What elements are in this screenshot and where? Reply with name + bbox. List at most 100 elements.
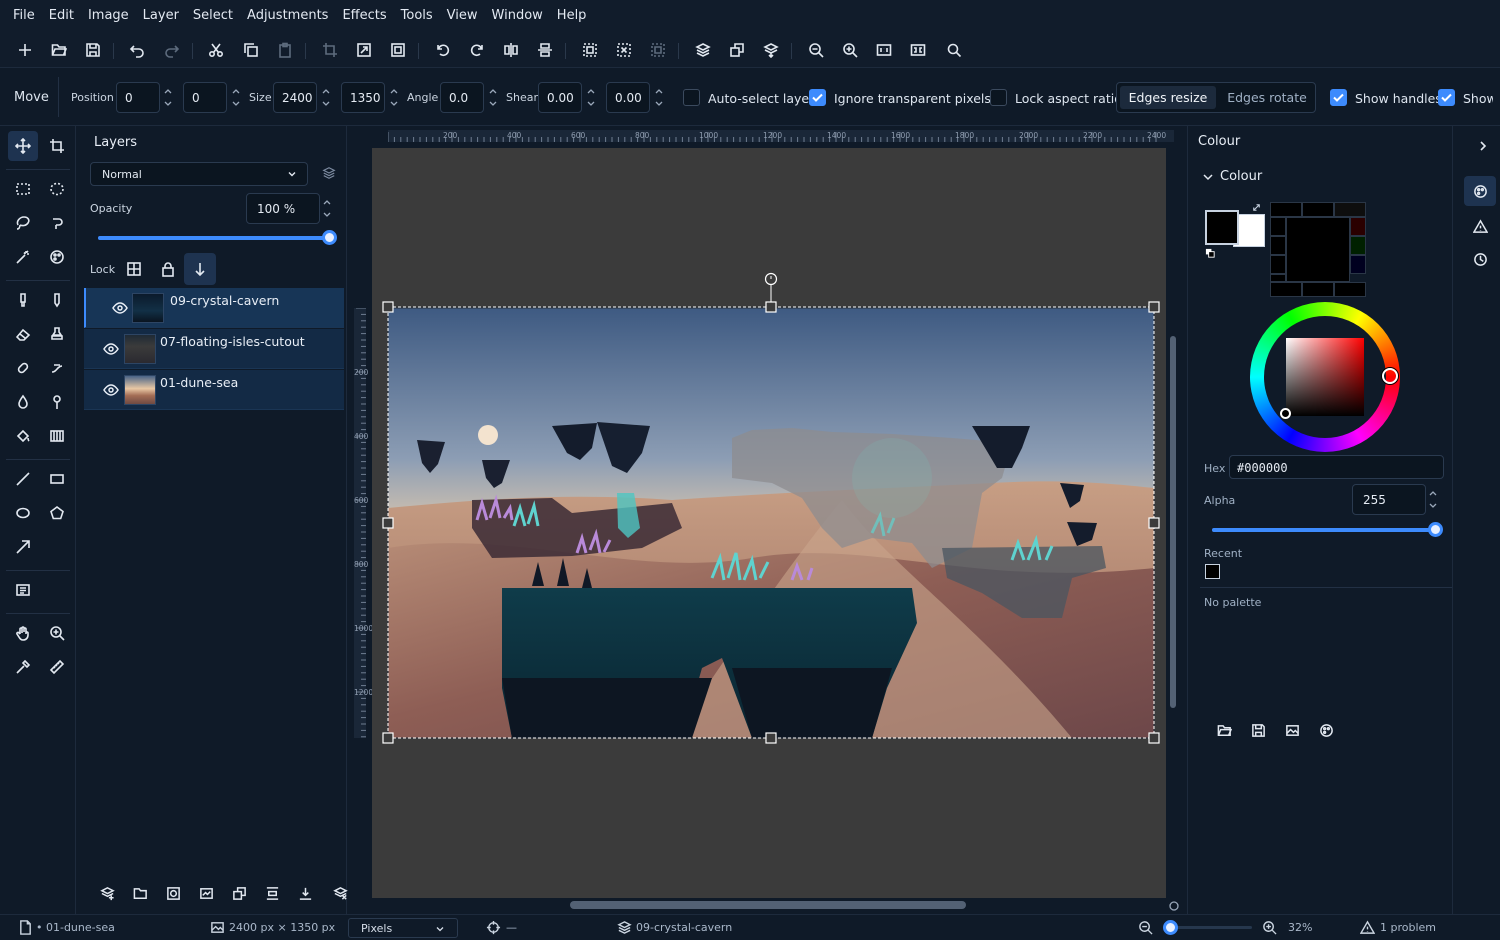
edges-resize-button[interactable]: Edges resize [1120, 86, 1216, 109]
colour-panel-tab-icon[interactable] [1464, 176, 1496, 206]
primary-colour-swatch[interactable] [1205, 210, 1239, 245]
height-field[interactable]: 1350 [341, 82, 385, 113]
menu-file[interactable]: File [6, 0, 42, 32]
layers-icon[interactable] [693, 40, 713, 60]
colour-picker-handle[interactable] [1280, 408, 1291, 419]
text-tool-icon[interactable] [8, 575, 38, 605]
cut-icon[interactable] [206, 40, 226, 60]
colour-select-icon[interactable] [42, 242, 72, 272]
lock-position-icon[interactable] [184, 253, 216, 285]
lock-icon[interactable] [152, 253, 184, 285]
smudge-icon[interactable] [42, 353, 72, 383]
recent-colour-swatch[interactable] [1205, 564, 1220, 579]
open-palette-icon[interactable] [1214, 720, 1234, 740]
flip-horizontal-icon[interactable] [501, 40, 521, 60]
move-tool-icon[interactable] [8, 131, 38, 161]
alpha-slider[interactable] [1212, 528, 1436, 532]
merge-down-icon[interactable] [761, 40, 781, 60]
undo-icon[interactable] [127, 40, 147, 60]
show-handles-checkbox[interactable] [1330, 89, 1347, 106]
duplicate-layer-icon[interactable] [229, 883, 249, 903]
rectangle-tool-icon[interactable] [42, 464, 72, 494]
ellipse-tool-icon[interactable] [8, 498, 38, 528]
actual-size-icon[interactable] [874, 40, 894, 60]
height-stepper[interactable] [389, 82, 401, 113]
line-tool-icon[interactable] [8, 464, 38, 494]
layer-row[interactable]: 01-dune-sea [84, 370, 344, 410]
fit-window-icon[interactable] [908, 40, 928, 60]
lock-aspect-checkbox[interactable] [990, 89, 1007, 106]
save-palette-icon[interactable] [1248, 720, 1268, 740]
clone-stamp-icon[interactable] [42, 319, 72, 349]
menu-layer[interactable]: Layer [136, 0, 186, 32]
layer-row[interactable]: 07-floating-isles-cutout [84, 329, 344, 369]
width-stepper[interactable] [321, 82, 333, 113]
menu-effects[interactable]: Effects [335, 0, 393, 32]
angle-stepper[interactable] [488, 82, 500, 113]
menu-view[interactable]: View [440, 0, 485, 32]
position-y-stepper[interactable] [231, 82, 243, 113]
rotate-cw-icon[interactable] [467, 40, 487, 60]
ellipse-select-icon[interactable] [42, 174, 72, 204]
new-layer-icon[interactable] [97, 883, 117, 903]
zoom-out-icon[interactable] [806, 40, 826, 60]
eyedropper-icon[interactable] [8, 652, 38, 682]
angle-field[interactable]: 0.0 [440, 82, 484, 113]
units-select[interactable]: Pixels [348, 918, 458, 938]
merge-layers-icon[interactable] [295, 883, 315, 903]
save-icon[interactable] [83, 40, 103, 60]
pencil-icon[interactable] [42, 285, 72, 315]
zoom-slider-knob[interactable] [1162, 920, 1178, 935]
paste-icon[interactable] [275, 40, 295, 60]
menu-help[interactable]: Help [550, 0, 594, 32]
deselect-icon[interactable] [614, 40, 634, 60]
crop-icon[interactable] [320, 40, 340, 60]
position-x-field[interactable]: 0 [116, 82, 160, 113]
layer-properties-icon[interactable] [322, 166, 338, 182]
horizontal-scrollbar[interactable] [570, 901, 966, 909]
alpha-input[interactable]: 255 [1352, 484, 1426, 515]
edges-rotate-button[interactable]: Edges rotate [1221, 86, 1313, 109]
navigator-corner-icon[interactable] [1168, 900, 1180, 912]
canvas-workspace[interactable] [372, 148, 1166, 898]
warning-tab-icon[interactable] [1464, 211, 1496, 241]
hex-input[interactable]: #000000 [1229, 455, 1444, 479]
opacity-slider-knob[interactable] [322, 230, 337, 245]
fill-bucket-icon[interactable] [8, 421, 38, 451]
saturation-value-square[interactable] [1286, 338, 1364, 416]
shear-x-field[interactable]: 0.00 [538, 82, 582, 113]
menu-image[interactable]: Image [81, 0, 136, 32]
alpha-stepper[interactable] [1428, 484, 1440, 515]
palette-from-image-icon[interactable] [1282, 720, 1302, 740]
hand-tool-icon[interactable] [8, 618, 38, 648]
search-icon[interactable] [944, 40, 964, 60]
layer-mask-icon[interactable] [163, 883, 183, 903]
select-all-icon[interactable] [580, 40, 600, 60]
blend-mode-select[interactable]: Normal [90, 162, 308, 186]
zoom-in-icon[interactable] [840, 40, 860, 60]
vertical-scrollbar[interactable] [1170, 336, 1176, 708]
layer-row[interactable]: 09-crystal-cavern [84, 288, 344, 328]
chevron-down-icon[interactable] [1202, 171, 1214, 183]
menu-adjustments[interactable]: Adjustments [240, 0, 335, 32]
measure-icon[interactable] [42, 652, 72, 682]
show-bounds-checkbox[interactable] [1438, 89, 1455, 106]
hue-handle[interactable] [1382, 368, 1398, 384]
duplicate-layer-icon[interactable] [727, 40, 747, 60]
chevron-right-icon[interactable] [1476, 139, 1490, 153]
redo-icon[interactable] [162, 40, 182, 60]
new-group-icon[interactable] [130, 883, 150, 903]
shear-x-stepper[interactable] [586, 82, 598, 113]
ignore-transparent-checkbox[interactable] [809, 89, 826, 106]
brush-icon[interactable] [8, 285, 38, 315]
auto-select-layer-checkbox[interactable] [683, 89, 700, 106]
history-tab-icon[interactable] [1464, 244, 1496, 274]
rotate-ccw-icon[interactable] [433, 40, 453, 60]
menu-select[interactable]: Select [186, 0, 240, 32]
arrow-tool-icon[interactable] [8, 532, 38, 562]
artwork[interactable] [372, 148, 1166, 898]
new-icon[interactable] [15, 40, 35, 60]
zoom-slider[interactable] [1168, 926, 1252, 929]
delete-layer-icon[interactable] [330, 883, 350, 903]
resize-image-icon[interactable] [354, 40, 374, 60]
